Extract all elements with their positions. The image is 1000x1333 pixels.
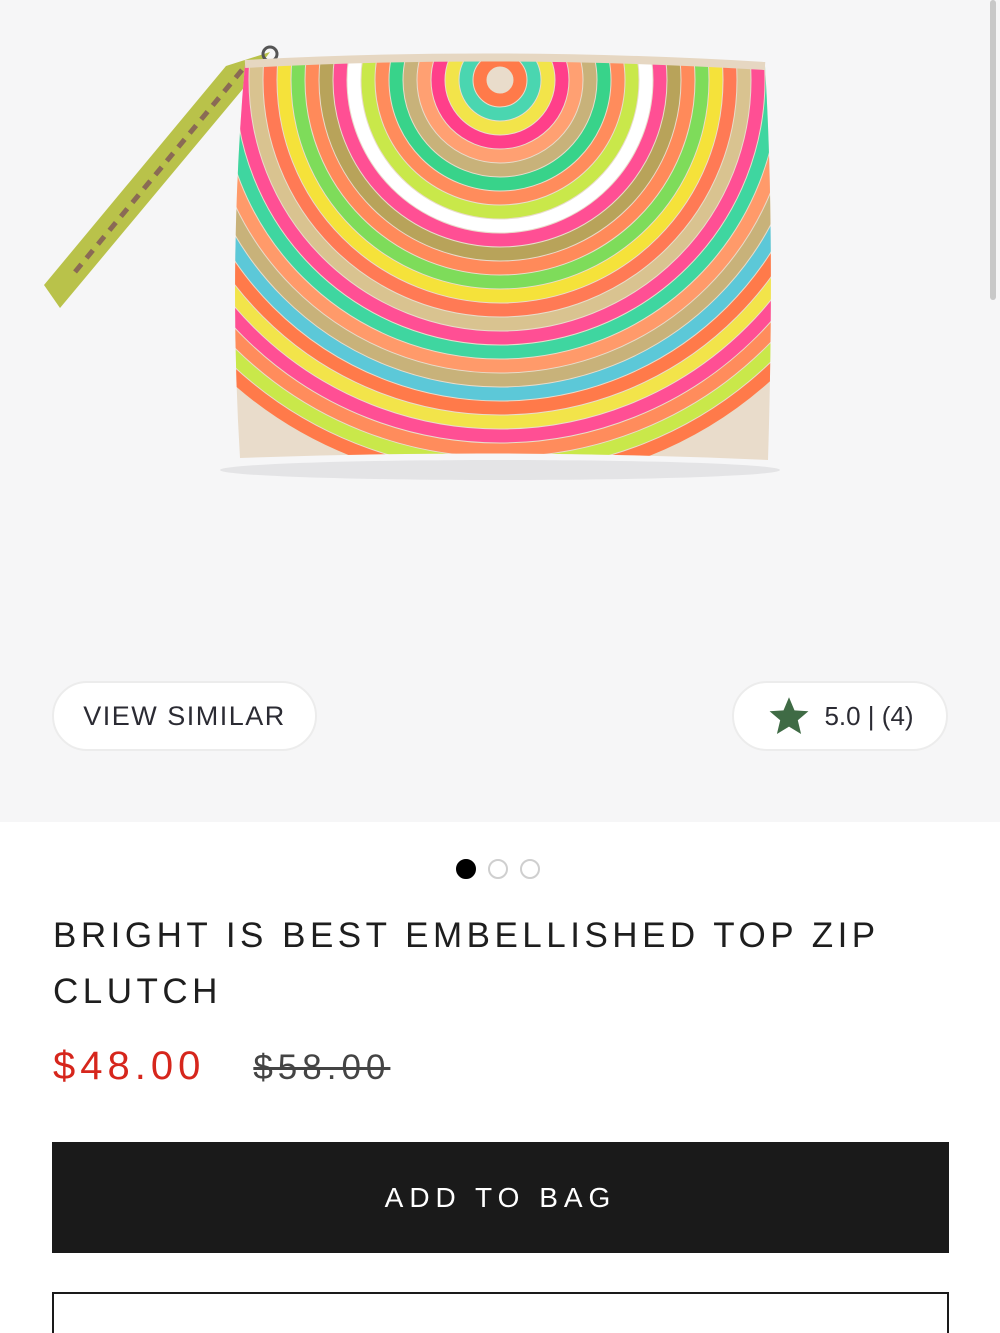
product-title: BRIGHT IS BEST EMBELLISHED TOP ZIP CLUTC…: [53, 916, 880, 1011]
secondary-button[interactable]: [52, 1292, 949, 1333]
carousel-dot-active[interactable]: [456, 859, 476, 879]
product-gallery[interactable]: VIEW SIMILAR 5.0 | (4): [0, 0, 1000, 822]
rating-summary: 5.0 | (4): [824, 700, 914, 731]
star-icon: [770, 697, 809, 734]
rating-badge[interactable]: 5.0 | (4): [732, 681, 948, 751]
product-page: VIEW SIMILAR 5.0 | (4) BRIGHT IS BEST EM…: [0, 0, 1000, 1333]
view-similar-label: VIEW SIMILAR: [83, 700, 286, 731]
scrollbar[interactable]: [990, 0, 996, 300]
view-similar-button[interactable]: VIEW SIMILAR: [52, 681, 317, 751]
original-price: $58.00: [253, 1048, 391, 1087]
sale-price: $48.00: [53, 1044, 206, 1088]
price-row: $48.00 $58.00: [53, 1044, 390, 1089]
carousel-dots: [456, 859, 540, 879]
product-image: [44, 45, 780, 480]
add-to-bag-button[interactable]: ADD TO BAG: [52, 1142, 949, 1253]
carousel-dot[interactable]: [488, 859, 508, 879]
carousel-dot[interactable]: [520, 859, 540, 879]
